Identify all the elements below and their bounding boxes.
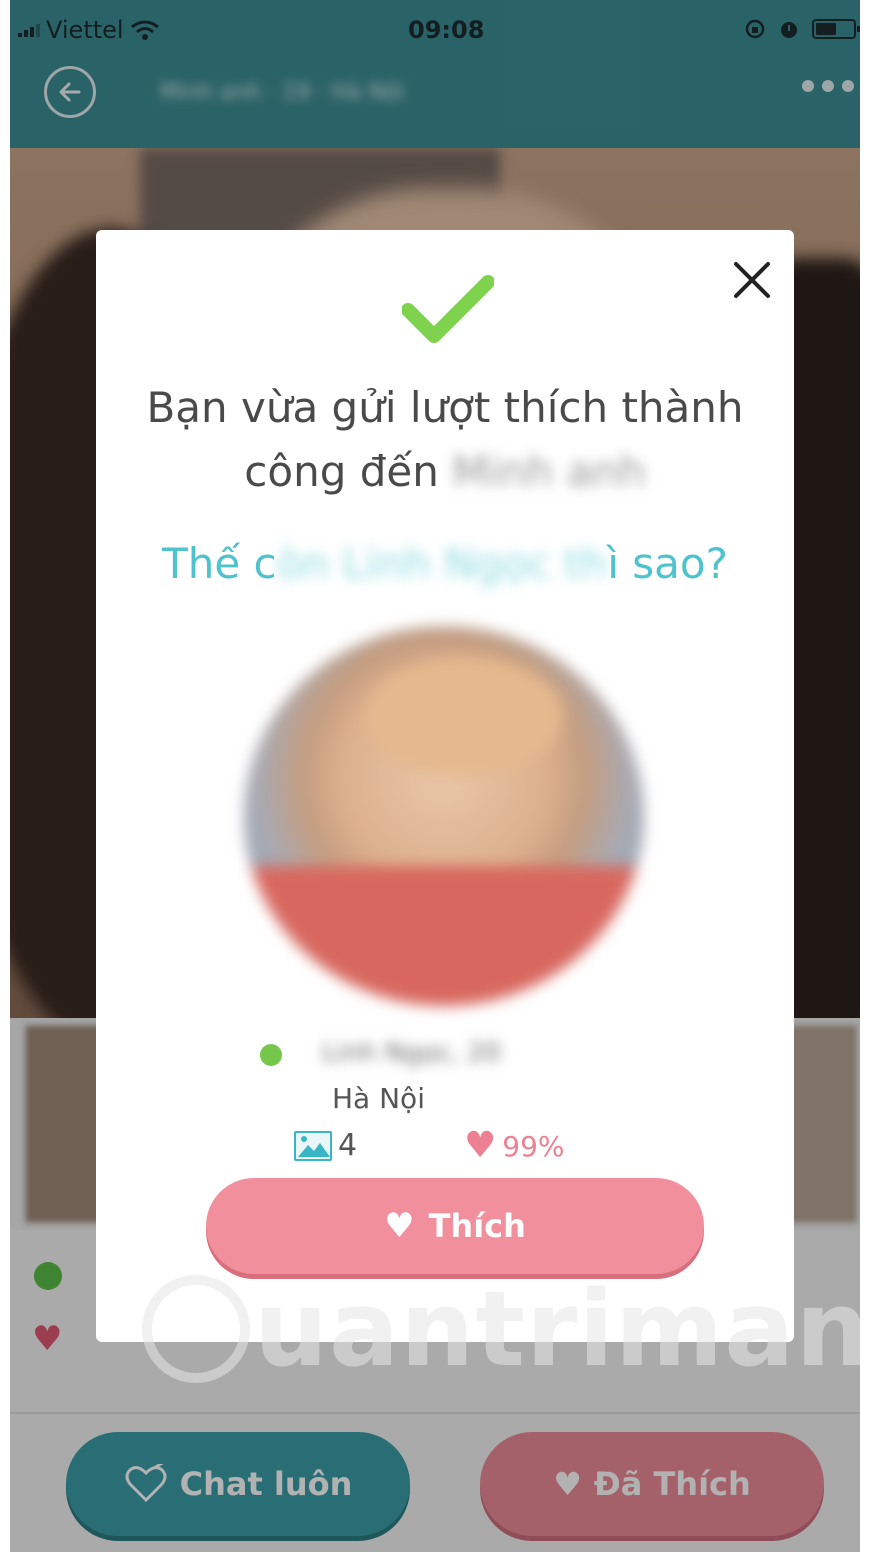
watermark-text: uantrimang [254,1268,860,1390]
online-status-dot [260,1044,282,1066]
suggested-user-name-age: Linh Ngọc, 20 [322,1038,501,1068]
match-percent-value: 99% [502,1129,565,1163]
watermark-bulb-icon [142,1275,250,1383]
question-suffix: ì sao? [607,539,728,588]
modal-title-text: Bạn vừa gửi lượt thích thành công đến [146,383,744,496]
suggested-user-avatar[interactable] [244,626,644,1006]
suggested-user-name: òn Linh Ngọc th [276,539,608,588]
liked-user-name: Minh anh [452,447,646,496]
heart-icon: ♥ [464,1125,497,1166]
suggestion-question: Thế còn Linh Ngọc thì sao? [116,536,774,592]
match-percent: ♥ 99% [464,1128,565,1164]
suggested-user-location: Hà Nội [332,1082,425,1115]
like-button-label: Thích [428,1207,526,1245]
close-icon[interactable] [730,258,774,302]
like-success-modal: Bạn vừa gửi lượt thích thành công đến Mi… [96,230,794,1342]
modal-title: Bạn vừa gửi lượt thích thành công đến Mi… [116,376,774,504]
check-icon [402,275,494,343]
question-prefix: Thế c [162,539,277,588]
photo-count-value: 4 [338,1128,358,1163]
app-screen: Viettel 09:08 Minh anh · 19 · Hà Nội ♥ C… [10,0,860,1552]
image-icon [294,1130,332,1161]
watermark: uantrimang [142,1268,860,1390]
like-button[interactable]: ♥ Thích [206,1178,704,1274]
heart-icon: ♥ [384,1206,415,1246]
photo-count: 4 [294,1128,357,1163]
